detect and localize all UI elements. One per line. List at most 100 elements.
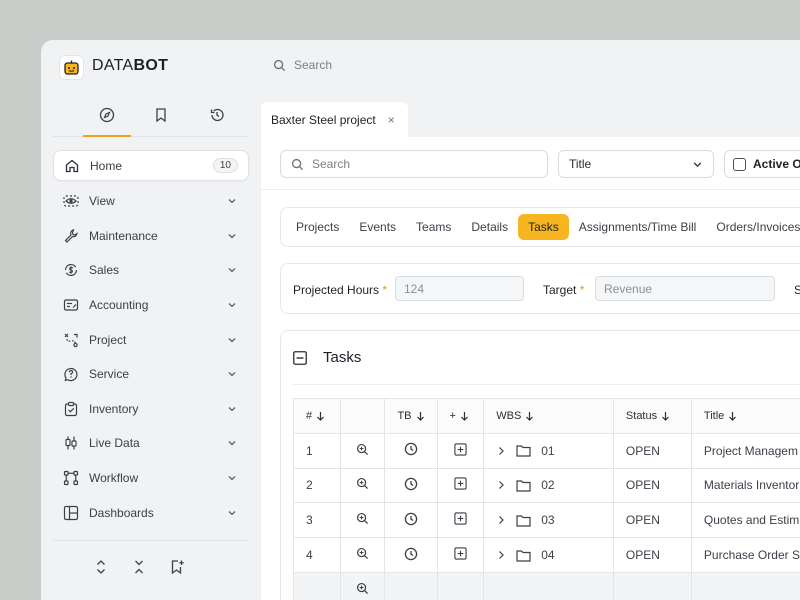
col-header-tb[interactable]: TB (384, 398, 438, 434)
sidebar-item-label: View (89, 194, 115, 209)
tab-projects[interactable]: Projects (286, 214, 349, 240)
table-row[interactable]: 3 03 OPEN Quotes and Estim (293, 502, 800, 539)
collapse-icon[interactable] (131, 559, 147, 575)
route-icon (63, 332, 79, 348)
tab-events[interactable]: Events (349, 214, 406, 240)
wbs-cell[interactable]: 02 (483, 467, 614, 504)
col-header-title[interactable]: Title (690, 398, 800, 434)
table-row[interactable]: 1 01 OPEN Project Managem (293, 432, 800, 469)
empty-cell (293, 571, 341, 600)
zoom-in-icon[interactable] (356, 512, 369, 525)
add-cell[interactable] (436, 537, 485, 573)
table-row[interactable]: 4 04 OPEN Purchase Order S (293, 537, 800, 573)
col-header-wbs[interactable]: WBS (483, 398, 614, 434)
col-header-add[interactable]: + (436, 398, 485, 434)
row-number: 2 (293, 467, 341, 504)
document-tab[interactable]: Baxter Steel project × (261, 102, 408, 137)
new-row-placeholder[interactable] (293, 571, 800, 600)
tab-orders-invoices[interactable]: Orders/Invoices (706, 214, 800, 240)
checkbox-square[interactable] (733, 157, 746, 171)
clock-icon[interactable] (404, 547, 418, 561)
sidebar-item-accounting[interactable]: Accounting (53, 288, 249, 323)
sidebar-item-project[interactable]: Project (53, 322, 249, 357)
time-bill-cell[interactable] (384, 467, 438, 504)
sidebar-item-workflow[interactable]: Workflow (53, 461, 249, 496)
wbs-cell[interactable]: 03 (483, 502, 614, 539)
inspect-cell[interactable] (339, 432, 386, 469)
inspect-cell[interactable] (339, 571, 386, 600)
sidebar-item-label: Project (89, 332, 127, 347)
add-cell[interactable] (436, 502, 485, 539)
sidebar-tab-history[interactable] (193, 107, 241, 137)
active-only-checkbox[interactable]: Active Or (724, 150, 800, 178)
sidebar-item-live-data[interactable]: Live Data (53, 426, 249, 461)
expand-icon[interactable] (93, 559, 109, 575)
wbs-cell[interactable]: 01 (483, 432, 614, 469)
time-bill-cell[interactable] (384, 432, 438, 469)
folder-icon (516, 514, 531, 527)
wbs-code: 04 (541, 548, 555, 563)
plus-square-icon[interactable] (454, 477, 467, 491)
plus-square-icon[interactable] (454, 547, 467, 560)
chevron-right-icon[interactable] (496, 515, 506, 525)
chevron-right-icon[interactable] (496, 446, 506, 456)
table-row[interactable]: 2 02 OPEN Materials Inventor (293, 467, 800, 504)
sidebar-item-inventory[interactable]: Inventory (53, 392, 249, 427)
sort-arrow-icon (525, 411, 534, 421)
inspect-cell[interactable] (339, 467, 386, 504)
collapse-section-icon[interactable] (293, 350, 307, 365)
tab-tasks[interactable]: Tasks (518, 214, 569, 240)
projected-hours-field[interactable]: 124 (395, 276, 524, 301)
target-field[interactable]: Revenue (595, 276, 775, 301)
search-input[interactable]: Search (280, 150, 548, 178)
row-number: 4 (293, 537, 341, 573)
sort-arrow-icon (460, 411, 469, 421)
plus-square-icon[interactable] (454, 512, 467, 525)
folder-icon (516, 549, 531, 562)
tab-assignments-time-bill[interactable]: Assignments/Time Bill (569, 214, 707, 240)
chevron-right-icon[interactable] (496, 480, 506, 490)
inspect-cell[interactable] (339, 502, 386, 539)
clock-icon[interactable] (404, 442, 418, 456)
project-fields: Projected Hours * 124 Target * Revenue S (280, 263, 800, 314)
sidebar-item-maintenance[interactable]: Maintenance (53, 219, 249, 254)
sidebar-item-label: Home (90, 158, 123, 173)
clock-icon[interactable] (404, 477, 418, 491)
col-header-status[interactable]: Status (612, 398, 692, 434)
add-cell[interactable] (436, 467, 485, 504)
zoom-in-icon[interactable] (356, 443, 369, 456)
wrench-icon (63, 228, 79, 244)
zoom-in-icon[interactable] (356, 477, 369, 490)
global-search[interactable]: Search (273, 58, 332, 72)
tab-teams[interactable]: Teams (406, 214, 461, 240)
sidebar-item-dashboards[interactable]: Dashboards (53, 495, 249, 530)
sidebar-item-view[interactable]: View (53, 184, 249, 219)
clipboard-check-icon (63, 401, 79, 417)
bookmark-add-icon[interactable] (169, 559, 185, 575)
wbs-code: 03 (541, 513, 555, 528)
add-cell[interactable] (436, 432, 485, 469)
sidebar-tab-bookmarks[interactable] (137, 107, 185, 137)
invoice-icon (63, 297, 79, 313)
clock-icon[interactable] (404, 512, 418, 526)
zoom-in-icon[interactable] (356, 547, 369, 560)
time-bill-cell[interactable] (384, 502, 438, 539)
sidebar-tab-explore[interactable] (83, 107, 131, 137)
content-panel: Search Title Active Or Projects Events T… (261, 137, 800, 600)
wbs-cell[interactable]: 04 (483, 537, 614, 573)
time-bill-cell[interactable] (384, 537, 438, 573)
sort-field-select[interactable]: Title (558, 150, 714, 178)
chevron-down-icon (692, 159, 703, 170)
sidebar-item-label: Maintenance (89, 228, 158, 243)
tab-details[interactable]: Details (461, 214, 518, 240)
sidebar-item-sales[interactable]: Sales (53, 253, 249, 288)
zoom-in-icon[interactable] (356, 582, 369, 595)
col-header-number[interactable]: # (293, 398, 341, 434)
sidebar-item-home[interactable]: Home 10 (53, 150, 249, 181)
truncated-field-label: S (794, 283, 800, 297)
chevron-right-icon[interactable] (496, 550, 506, 560)
inspect-cell[interactable] (339, 537, 386, 573)
sidebar-item-service[interactable]: Service (53, 357, 249, 392)
plus-square-icon[interactable] (454, 443, 467, 456)
close-icon[interactable]: × (388, 113, 395, 127)
